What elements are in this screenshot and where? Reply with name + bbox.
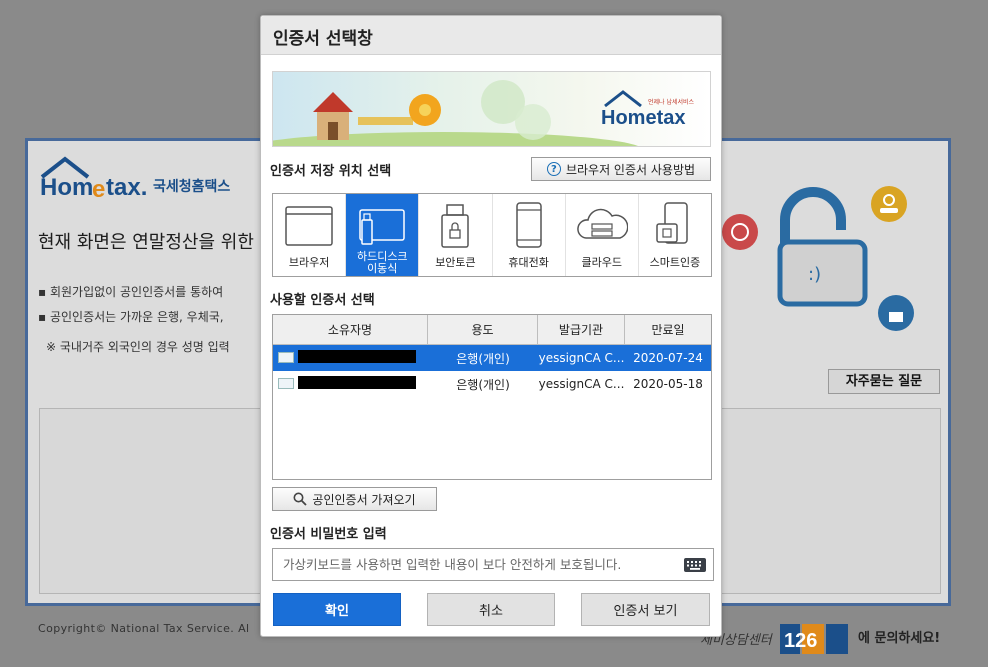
svg-text:e: e <box>92 176 105 201</box>
table-row[interactable]: 은행(개인) yessignCA C... 2020-05-18 <box>273 371 711 397</box>
cloud-icon <box>577 208 628 239</box>
column-issuer[interactable]: 발급기관 <box>538 315 625 344</box>
browser-icon <box>285 206 333 246</box>
security-illustration: :) <box>722 186 914 331</box>
security-token-icon <box>441 204 470 248</box>
help-button-label: 브라우저 인증서 사용방법 <box>565 162 696 177</box>
storage-location-label: 인증서 저장 위치 선택 <box>270 164 392 179</box>
certificate-icon <box>278 352 294 363</box>
dialog-title: 인증서 선택창 <box>273 29 373 49</box>
svg-text:tax.: tax. <box>106 174 147 201</box>
svg-text:언제나 납세서비스: 언제나 납세서비스 <box>648 98 695 106</box>
virtual-keyboard-icon[interactable] <box>684 558 706 572</box>
svg-text:Hometax: Hometax <box>601 107 685 129</box>
smart-auth-icon <box>656 202 688 244</box>
usb-drive-icon <box>359 209 405 245</box>
location-hard-disk[interactable]: 하드디스크 이동식 <box>346 194 420 276</box>
svg-text:에 문의하세요!: 에 문의하세요! <box>858 630 940 646</box>
column-expiry[interactable]: 만료일 <box>625 315 711 344</box>
mobile-phone-icon <box>515 202 542 248</box>
svg-text::): :) <box>808 264 821 285</box>
password-label: 인증서 비밀번호 입력 <box>270 527 387 542</box>
location-mobile-phone[interactable]: 휴대전화 <box>493 194 566 276</box>
svg-text:국세청홈택스: 국세청홈택스 <box>153 178 230 195</box>
storage-location-selector: 브라우저 하드디스크 이동식 보안토큰 휴대전화 클라우드 스마트인증 <box>272 193 712 277</box>
svg-text:Hom: Hom <box>40 174 93 201</box>
password-field <box>272 548 714 581</box>
svg-text:126: 126 <box>784 630 817 652</box>
owner-cell <box>273 345 428 371</box>
redacted-owner-name <box>298 350 416 363</box>
location-label: 클라우드 <box>581 256 623 269</box>
cancel-button[interactable]: 취소 <box>427 593 555 626</box>
faq-button[interactable]: 자주묻는 질문 <box>828 369 940 394</box>
table-header: 소유자명 용도 발급기관 만료일 <box>273 315 711 345</box>
help-icon: ? <box>546 162 561 176</box>
location-label: 휴대전화 <box>508 256 549 269</box>
location-security-token[interactable]: 보안토큰 <box>419 194 493 276</box>
browser-cert-help-button[interactable]: ? 브라우저 인증서 사용방법 <box>531 157 711 181</box>
certificate-dialog: 인증서 선택창 Hometax 언제나 납세서비스 인증서 저장 위치 선택 ?… <box>260 15 722 637</box>
location-smart-auth[interactable]: 스마트인증 <box>639 194 711 276</box>
expiry-cell: 2020-05-18 <box>633 377 703 391</box>
location-browser[interactable]: 브라우저 <box>273 194 347 276</box>
column-purpose[interactable]: 용도 <box>428 315 538 344</box>
table-row[interactable]: 은행(개인) yessignCA C... 2020-07-24 <box>273 345 711 371</box>
copyright-text: Copyright© National Tax Service. Al <box>38 622 250 635</box>
location-label: 스마트인증 <box>649 256 701 269</box>
password-input[interactable] <box>273 549 678 580</box>
import-button-label: 공인인증서 가져오기 <box>312 492 416 507</box>
certificate-select-label: 사용할 인증서 선택 <box>270 293 375 308</box>
purpose-cell: 은행(개인) <box>456 377 510 392</box>
location-cloud[interactable]: 클라우드 <box>566 194 639 276</box>
purpose-cell: 은행(개인) <box>456 351 510 366</box>
location-label: 하드디스크 이동식 <box>356 250 408 275</box>
banner-illustration: Hometax 언제나 납세서비스 <box>273 80 695 146</box>
location-label: 보안토큰 <box>435 256 476 269</box>
background-note: ※ 국내거주 외국인의 경우 성명 입력 <box>46 340 230 354</box>
issuer-cell: yessignCA C... <box>538 377 625 391</box>
confirm-button[interactable]: 확인 <box>273 593 401 626</box>
owner-cell <box>273 371 428 397</box>
certificate-table: 소유자명 용도 발급기관 만료일 은행(개인) yessignCA C... 2… <box>272 314 712 480</box>
search-icon <box>293 492 308 506</box>
view-certificate-button[interactable]: 인증서 보기 <box>581 593 710 626</box>
background-bullet: ▪ 회원가입없이 공인인증서를 통하여 <box>38 285 224 299</box>
certificate-icon <box>278 378 294 389</box>
issuer-cell: yessignCA C... <box>538 351 625 365</box>
hometax-logo: Hom e tax. 국세청홈택스 <box>40 156 230 201</box>
background-title: 현재 화면은 연말정산을 위한 로 <box>38 232 277 253</box>
column-owner[interactable]: 소유자명 <box>273 315 428 344</box>
expiry-cell: 2020-07-24 <box>633 351 703 365</box>
redacted-owner-name <box>298 376 416 389</box>
location-label: 브라우저 <box>288 256 330 269</box>
call-center-banner: 세미상담센터 126 에 문의하세요! <box>700 624 940 654</box>
import-certificate-button[interactable]: 공인인증서 가져오기 <box>272 487 437 511</box>
hometax-banner: Hometax 언제나 납세서비스 <box>272 71 711 147</box>
background-bullet: ▪ 공인인증서는 가까운 은행, 우체국, <box>38 310 224 324</box>
